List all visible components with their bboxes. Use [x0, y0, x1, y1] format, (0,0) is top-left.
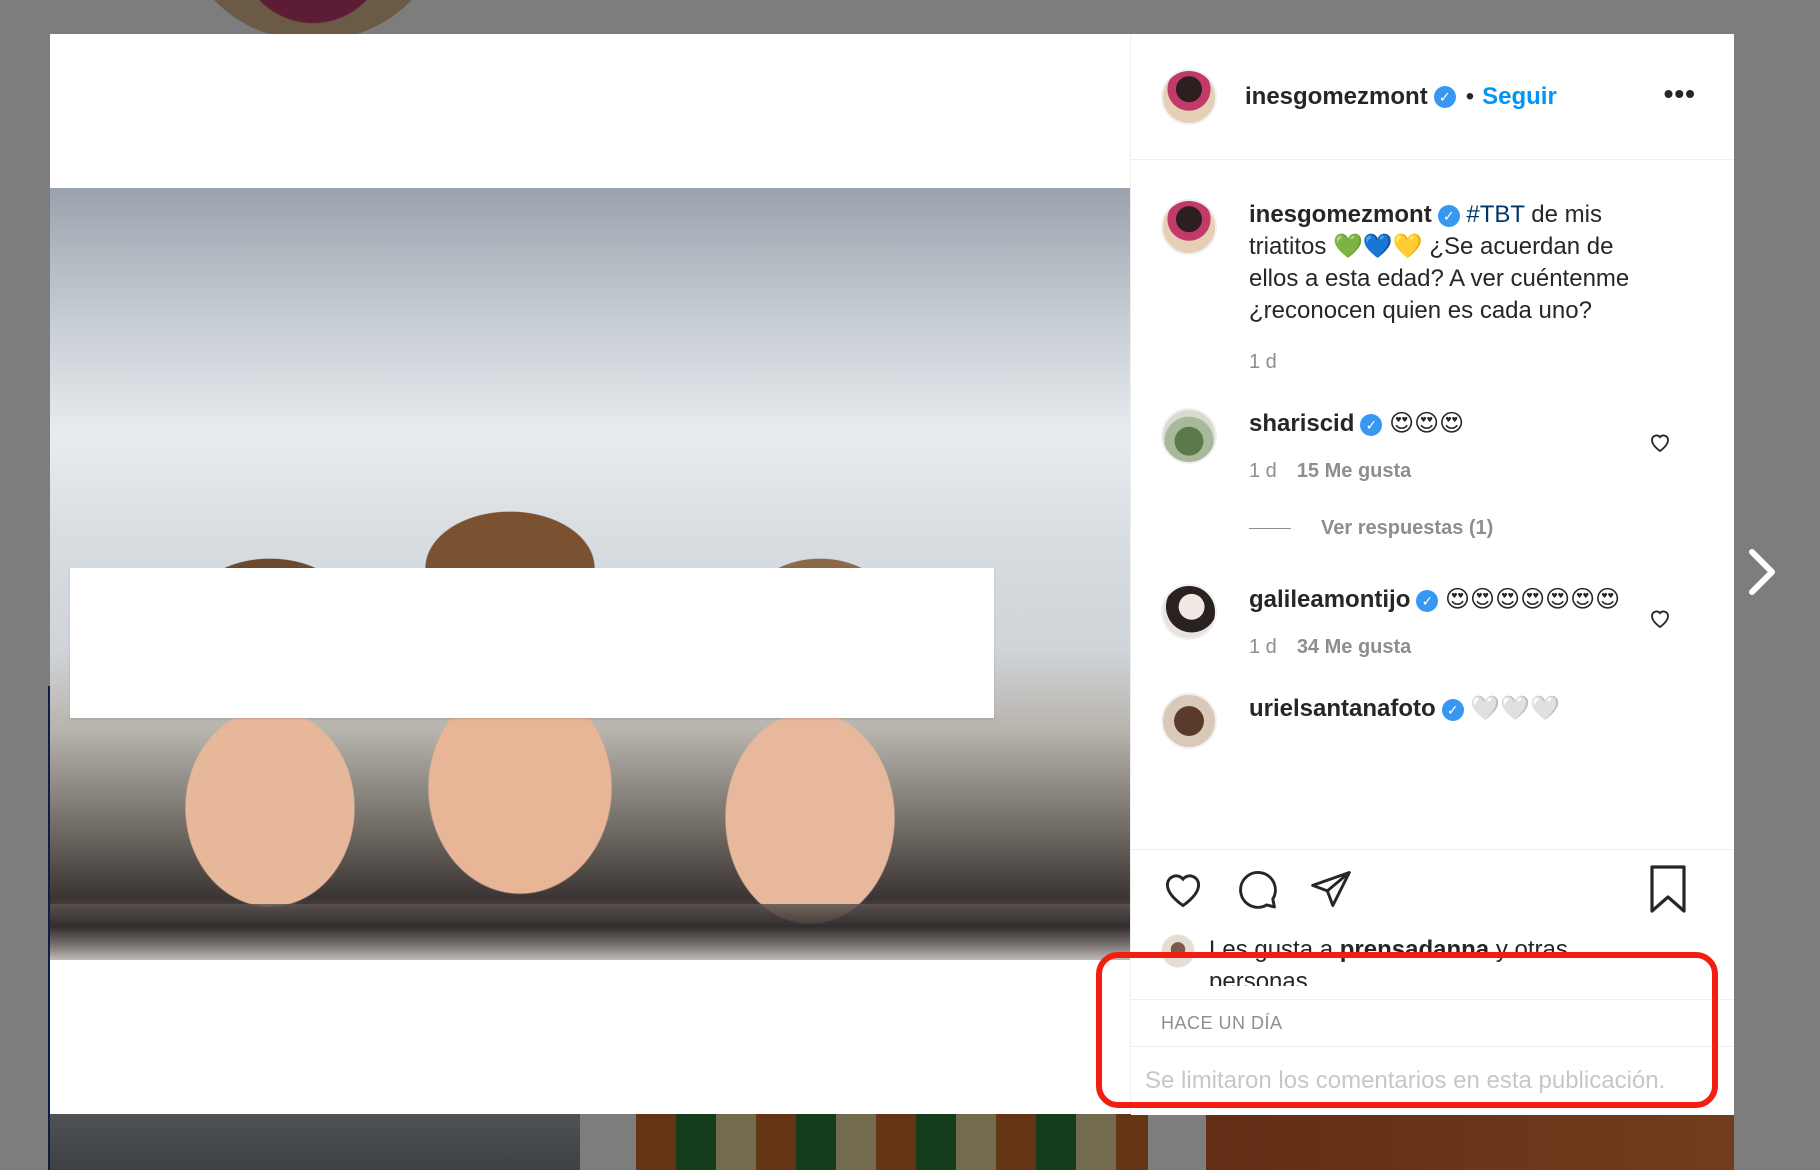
next-post-chevron-right-icon[interactable]: [1742, 544, 1782, 600]
verified-badge-icon: ✓: [1416, 589, 1439, 612]
comment-item: urielsantanafoto ✓ 🤍🤍🤍: [1161, 693, 1704, 749]
post-actions: Les gusta a prensadanna y otras personas: [1131, 849, 1734, 999]
post-modal: inesgomezmont ✓ • Seguir ••• inesgomezmo…: [50, 34, 1734, 1115]
follow-button[interactable]: Seguir: [1482, 83, 1557, 111]
like-comment-heart-icon[interactable]: [1648, 606, 1672, 630]
likes-prefix: Les gusta a: [1209, 936, 1340, 963]
view-replies-button[interactable]: Ver respuestas (1): [1249, 517, 1704, 540]
post-sidebar: inesgomezmont ✓ • Seguir ••• inesgomezmo…: [1130, 34, 1734, 1115]
verified-badge-icon: ✓: [1360, 413, 1383, 436]
verified-badge-icon: ✓: [1437, 204, 1460, 227]
post-header: inesgomezmont ✓ • Seguir •••: [1131, 34, 1734, 160]
avatar[interactable]: [1161, 693, 1217, 749]
redaction-box: [70, 568, 994, 718]
avatar[interactable]: [1161, 199, 1217, 255]
avatar[interactable]: [1161, 584, 1217, 640]
caption-time[interactable]: 1 d: [1249, 351, 1277, 373]
comment-bubble-icon[interactable]: [1235, 867, 1279, 911]
comment-likes[interactable]: 15 Me gusta: [1297, 460, 1411, 482]
comment-text: 🤍🤍🤍: [1470, 695, 1561, 722]
avatar[interactable]: [1161, 68, 1217, 125]
avatar[interactable]: [1161, 408, 1217, 464]
comments-list[interactable]: inesgomezmont ✓ #TBT de mis triatitos 💚💙💛…: [1131, 161, 1734, 849]
like-comment-heart-icon[interactable]: [1648, 430, 1672, 454]
post-media[interactable]: [50, 34, 1130, 1114]
comment-username[interactable]: galileamontijo: [1249, 586, 1410, 613]
comment-text: 😍😍😍😍😍😍😍: [1445, 586, 1621, 613]
comment-time[interactable]: 1 d: [1249, 460, 1277, 482]
like-heart-icon[interactable]: [1161, 867, 1205, 911]
save-bookmark-icon[interactable]: [1648, 865, 1688, 913]
likes-summary[interactable]: Les gusta a prensadanna y otras personas: [1161, 934, 1704, 986]
comment-item: shariscid ✓ 😍😍😍 1 d 15 Me gusta: [1161, 408, 1704, 483]
comments-limited-notice: Se limitaron los comentarios en esta pub…: [1131, 1046, 1734, 1115]
comment-username[interactable]: shariscid: [1249, 410, 1354, 437]
verified-badge-icon: ✓: [1433, 85, 1456, 108]
comment-item: galileamontijo ✓ 😍😍😍😍😍😍😍 1 d 34 Me gusta: [1161, 584, 1704, 659]
liker-avatar[interactable]: [1161, 934, 1195, 968]
post-author-username[interactable]: inesgomezmont: [1245, 83, 1428, 111]
photo-water: [50, 904, 1130, 960]
comment-username[interactable]: urielsantanafoto: [1249, 695, 1436, 722]
separator-dot: •: [1465, 82, 1475, 110]
verified-badge-icon: ✓: [1441, 698, 1464, 721]
post-timestamp[interactable]: HACE UN DÍA: [1131, 999, 1734, 1047]
comment-time[interactable]: 1 d: [1249, 636, 1277, 658]
comment-likes[interactable]: 34 Me gusta: [1297, 636, 1411, 658]
share-paper-plane-icon[interactable]: [1309, 867, 1353, 911]
more-options-icon[interactable]: •••: [1664, 80, 1696, 108]
hashtag-link[interactable]: #TBT: [1466, 201, 1524, 228]
liker-username[interactable]: prensadanna: [1340, 936, 1489, 963]
caption-username[interactable]: inesgomezmont: [1249, 201, 1432, 228]
comment-text: 😍😍😍: [1389, 410, 1465, 437]
replies-line: [1249, 528, 1291, 529]
view-replies-label: Ver respuestas (1): [1321, 517, 1494, 539]
caption: inesgomezmont ✓ #TBT de mis triatitos 💚💙💛…: [1161, 199, 1704, 374]
